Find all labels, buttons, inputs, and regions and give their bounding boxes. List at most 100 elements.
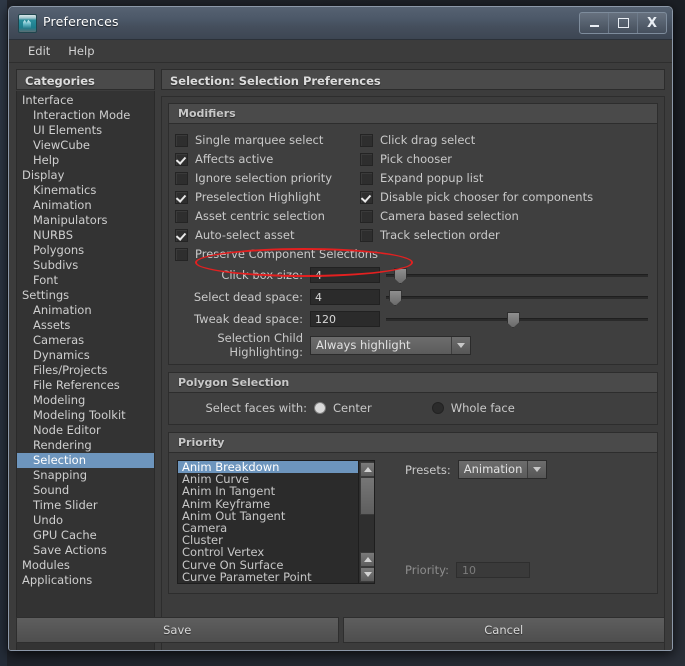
sidebar-item-polygons[interactable]: Polygons [17, 243, 154, 258]
menu-item-edit[interactable]: Edit [19, 42, 59, 60]
priority-list-items[interactable]: Anim Breakdown Anim Curve Anim In Tangent A… [178, 461, 358, 583]
sidebar-item-nurbs[interactable]: NURBS [17, 228, 154, 243]
polygon-selection-group-title: Polygon Selection [169, 373, 657, 393]
radio-whole-face[interactable] [431, 402, 444, 414]
slider-track-click-box-size[interactable] [386, 267, 648, 284]
checkbox-disable-pick-chooser-for-components[interactable] [360, 190, 373, 204]
sidebar-item-cameras[interactable]: Cameras [17, 333, 154, 348]
checkbox-row-disable-pick-chooser-for-components[interactable]: Disable pick chooser for components [360, 188, 651, 206]
checkbox-row-preserve-component-selections[interactable]: Preserve Component Selections [175, 245, 378, 263]
checkbox-click-drag-select[interactable] [360, 133, 373, 147]
sidebar-item-interaction-mode[interactable]: Interaction Mode [17, 108, 154, 123]
scroll-up-icon[interactable] [360, 462, 374, 477]
sidebar-item-time-slider[interactable]: Time Slider [17, 498, 154, 513]
scroll-down-icon[interactable] [360, 567, 374, 582]
sidebar-item-subdivs[interactable]: Subdivs [17, 258, 154, 273]
close-button[interactable]: X [638, 13, 666, 33]
priority-list[interactable]: Anim Breakdown Anim Curve Anim In Tangent A… [177, 460, 375, 584]
checkbox-expand-popup-list[interactable] [360, 171, 373, 185]
checkbox-ignore-selection-priority[interactable] [175, 171, 188, 185]
sidebar-item-gpu-cache[interactable]: GPU Cache [17, 528, 154, 543]
sidebar-item-viewcube[interactable]: ViewCube [17, 138, 154, 153]
slider-value-input-select-dead-space[interactable]: 4 [310, 289, 380, 305]
checkbox-asset-centric-selection[interactable] [175, 209, 188, 223]
sidebar-item-animation[interactable]: Animation [17, 303, 154, 318]
checkbox-row-asset-centric-selection[interactable]: Asset centric selection [175, 207, 360, 225]
sidebar-item-manipulators[interactable]: Manipulators [17, 213, 154, 228]
checkbox-row-preselection-highlight[interactable]: Preselection Highlight [175, 188, 360, 206]
sidebar-item-files-projects[interactable]: Files/Projects [17, 363, 154, 378]
checkbox-pick-chooser[interactable] [360, 152, 373, 166]
list-item[interactable]: Anim Keyframe [178, 497, 358, 509]
sidebar-item-save-actions[interactable]: Save Actions [17, 543, 154, 558]
sidebar-item-dynamics[interactable]: Dynamics [17, 348, 154, 363]
checkbox-row-ignore-selection-priority[interactable]: Ignore selection priority [175, 169, 360, 187]
cancel-button[interactable]: Cancel [342, 617, 665, 643]
presets-dropdown[interactable]: Animation [457, 460, 547, 479]
slider-value-input-click-box-size[interactable]: 4 [310, 267, 380, 283]
checkbox-auto-select-asset[interactable] [175, 228, 188, 242]
minimize-button[interactable] [580, 13, 609, 33]
slider-thumb-tweak-dead-space[interactable] [506, 312, 520, 328]
menu-item-help[interactable]: Help [59, 42, 103, 60]
categories-list[interactable]: Interface Interaction Mode UI Elements View… [16, 91, 155, 650]
sidebar-item-snapping[interactable]: Snapping [17, 468, 154, 483]
sidebar-item-animation[interactable]: Animation [17, 198, 154, 213]
child-highlighting-dropdown[interactable]: Always highlight [310, 335, 471, 355]
checkbox-row-auto-select-asset[interactable]: Auto-select asset [175, 226, 360, 244]
checkbox-row-affects-active[interactable]: Affects active [175, 150, 360, 168]
menu-bar: Edit Help [9, 40, 672, 63]
page-title: Selection: Selection Preferences [161, 69, 665, 90]
checkbox-row-click-drag-select[interactable]: Click drag select [360, 131, 651, 149]
priority-list-scrollbar[interactable] [358, 461, 374, 583]
sidebar-item-help[interactable]: Help [17, 153, 154, 168]
sidebar-item-sound[interactable]: Sound [17, 483, 154, 498]
list-item[interactable]: Control Vertex [178, 546, 358, 558]
list-item[interactable]: Curve On Surface [178, 558, 358, 570]
priority-input[interactable]: 10 [455, 562, 530, 578]
checkbox-affects-active[interactable] [175, 152, 188, 166]
sidebar-item-ui-elements[interactable]: UI Elements [17, 123, 154, 138]
list-item[interactable]: Curve Parameter Point [178, 570, 358, 582]
checkbox-row-pick-chooser[interactable]: Pick chooser [360, 150, 651, 168]
slider-thumb-select-dead-space[interactable] [388, 290, 402, 306]
checkbox-preserve-component-selections[interactable] [175, 247, 188, 261]
sidebar-item-assets[interactable]: Assets [17, 318, 154, 333]
sidebar-item-kinematics[interactable]: Kinematics [17, 183, 154, 198]
sidebar-item-font[interactable]: Font [17, 273, 154, 288]
sidebar-item-node-editor[interactable]: Node Editor [17, 423, 154, 438]
checkbox-row-track-selection-order[interactable]: Track selection order [360, 226, 651, 244]
scroll-up-secondary-icon[interactable] [360, 552, 374, 567]
checkbox-row-expand-popup-list[interactable]: Expand popup list [360, 169, 651, 187]
checkbox-track-selection-order[interactable] [360, 228, 373, 242]
sidebar-item-display[interactable]: Display [17, 168, 154, 183]
checkbox-row-camera-based-selection[interactable]: Camera based selection [360, 207, 651, 225]
sidebar-item-modeling-toolkit[interactable]: Modeling Toolkit [17, 408, 154, 423]
checkbox-single-marquee-select[interactable] [175, 133, 188, 147]
sidebar-item-settings[interactable]: Settings [17, 288, 154, 303]
modifiers-checkbox-grid: Single marquee select Click drag select Af… [175, 131, 651, 263]
sidebar-item-interface[interactable]: Interface [17, 93, 154, 108]
slider-thumb-click-box-size[interactable] [393, 268, 407, 284]
maximize-button[interactable] [609, 13, 638, 33]
checkbox-preselection-highlight[interactable] [175, 190, 188, 204]
sidebar-item-applications[interactable]: Applications [17, 573, 154, 588]
sidebar-item-rendering[interactable]: Rendering [17, 438, 154, 453]
sidebar-item-modeling[interactable]: Modeling [17, 393, 154, 408]
save-button[interactable]: Save [16, 617, 339, 643]
scrollbar-thumb[interactable] [360, 477, 374, 515]
sidebar-item-selection[interactable]: Selection [17, 453, 154, 468]
preferences-window: Preferences X Edit Help Categories Inter… [8, 6, 673, 651]
window-title-bar[interactable]: Preferences X [9, 7, 672, 40]
slider-value-input-tweak-dead-space[interactable]: 120 [310, 311, 380, 327]
slider-track-select-dead-space[interactable] [386, 289, 648, 306]
sidebar-item-undo[interactable]: Undo [17, 513, 154, 528]
checkbox-camera-based-selection[interactable] [360, 209, 373, 223]
radio-center[interactable] [314, 402, 326, 414]
modifiers-group: Modifiers Single marquee select Click dra… [168, 103, 658, 365]
list-item[interactable]: Anim In Tangent [178, 485, 358, 497]
checkbox-row-single-marquee-select[interactable]: Single marquee select [175, 131, 360, 149]
slider-track-tweak-dead-space[interactable] [386, 311, 648, 328]
sidebar-item-file-references[interactable]: File References [17, 378, 154, 393]
sidebar-item-modules[interactable]: Modules [17, 558, 154, 573]
